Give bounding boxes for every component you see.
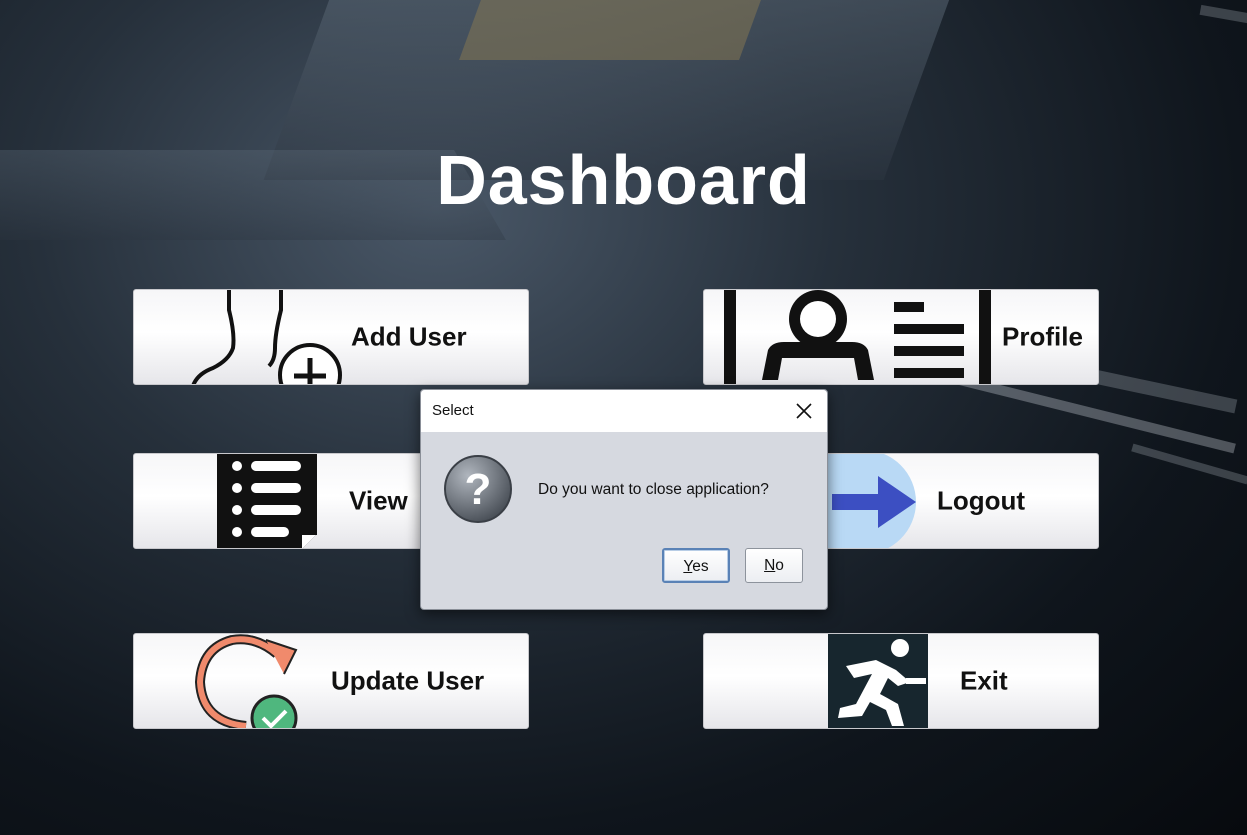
update-user-label: Update User xyxy=(331,665,485,696)
dialog-title: Select xyxy=(432,402,474,419)
confirm-dialog: Select ? Do you want to close applicatio… xyxy=(420,389,828,610)
profile-label: Profile xyxy=(1002,321,1083,352)
update-user-button[interactable]: Update User xyxy=(133,633,529,729)
profile-button[interactable]: Profile xyxy=(703,289,1099,385)
add-user-button[interactable]: Add User xyxy=(133,289,529,385)
dialog-message: Do you want to close application? xyxy=(538,481,769,498)
exit-button[interactable]: Exit xyxy=(703,633,1099,729)
logout-label: Logout xyxy=(937,485,1026,516)
view-label: View xyxy=(349,485,408,516)
dialog-titlebar[interactable]: Select xyxy=(421,390,827,432)
logout-arrow-icon xyxy=(824,454,916,548)
add-user-label: Add User xyxy=(351,321,467,352)
exit-label: Exit xyxy=(960,665,1008,696)
list-icon xyxy=(217,454,317,548)
yes-button[interactable]: Yes xyxy=(662,548,730,583)
refresh-check-icon xyxy=(194,634,298,728)
running-man-icon xyxy=(828,634,928,728)
question-icon: ? xyxy=(444,455,512,523)
add-user-icon xyxy=(191,290,342,384)
svg-text:?: ? xyxy=(465,465,492,514)
no-button[interactable]: No xyxy=(745,548,803,583)
close-icon[interactable] xyxy=(791,398,817,424)
page-title: Dashboard xyxy=(436,141,811,219)
profile-icon xyxy=(724,290,991,384)
